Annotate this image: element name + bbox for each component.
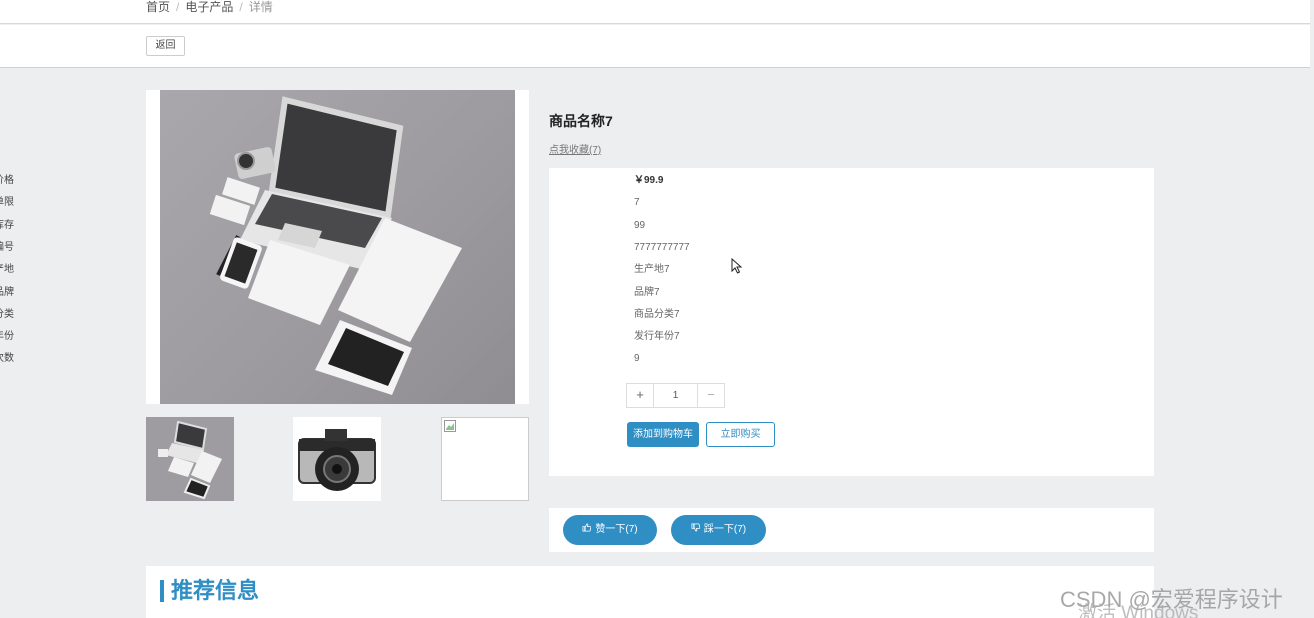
breadcrumb-separator: /: [176, 0, 180, 14]
info-key: 库存: [0, 220, 14, 231]
recommend-title: 推荐信息: [171, 578, 260, 603]
add-to-cart-button[interactable]: 添加到购物车: [627, 422, 699, 447]
info-value: 发行年份7: [634, 331, 680, 342]
like-label: 赞一下(7): [595, 524, 638, 535]
product-info-panel: 价格￥99.9 单限7 库存99 商品编号7777777777 生产地生产地7 …: [0, 168, 1154, 476]
info-key: 生产地: [0, 264, 14, 275]
quantity-input[interactable]: 1: [654, 384, 697, 407]
thumbs-down-icon: [691, 515, 701, 545]
dislike-label: 踩一下(7): [703, 524, 747, 535]
breadcrumb-current: 详情: [248, 0, 273, 14]
thumbs-up-icon: [582, 515, 592, 545]
main-product-image: [146, 90, 529, 404]
info-value: 9: [634, 353, 640, 364]
info-value: 99: [634, 220, 646, 231]
info-value: 商品分类7: [634, 309, 680, 320]
info-value: 生产地7: [634, 264, 670, 275]
breadcrumb-separator: /: [239, 0, 243, 14]
favorite-link[interactable]: 点我收藏(7): [549, 141, 601, 156]
buy-now-button[interactable]: 立即购买: [706, 422, 775, 447]
breadcrumb-home[interactable]: 首页: [146, 0, 170, 14]
windows-activation-watermark: 激活 Windows: [1078, 603, 1199, 618]
laptop-flatlay-illustration: [209, 96, 462, 395]
back-button[interactable]: 返回: [146, 36, 185, 56]
info-key: 点击次数: [0, 353, 14, 364]
thumbnail-strip: [146, 417, 529, 501]
info-value: 7777777777: [634, 242, 690, 253]
info-key: 商品分类: [0, 309, 14, 320]
info-key: 品牌: [0, 287, 14, 298]
laptop-thumbnail-image: [158, 420, 222, 500]
camera-thumbnail-image: [298, 429, 376, 491]
breadcrumb: 首页 / 电子产品 / 详情: [146, 0, 273, 14]
product-title: 商品名称7: [549, 113, 613, 129]
thumbnail-laptop[interactable]: [146, 417, 234, 501]
toolbar: 返回: [0, 25, 1310, 68]
info-key: 单限: [0, 197, 14, 208]
product-photo: [160, 90, 515, 404]
section-accent-bar: [160, 580, 164, 602]
like-button[interactable]: 赞一下(7): [563, 515, 657, 545]
info-value: 品牌7: [634, 287, 660, 298]
info-key: 商品编号: [0, 242, 14, 253]
thumbnail-camera[interactable]: [293, 417, 381, 501]
dislike-button[interactable]: 踩一下(7): [671, 515, 766, 545]
info-key: 价格: [0, 175, 14, 186]
broken-image-icon: [444, 420, 456, 432]
info-key: 发行年份: [0, 331, 14, 342]
recommend-section: 推荐信息: [146, 566, 1154, 618]
breadcrumb-category[interactable]: 电子产品: [185, 0, 233, 14]
mouse-cursor-icon: [731, 258, 743, 274]
vote-panel: 赞一下(7) 踩一下(7): [549, 508, 1154, 552]
info-value: 7: [634, 197, 640, 208]
quantity-plus-button[interactable]: +: [627, 384, 654, 407]
thumbnail-broken-image[interactable]: [441, 417, 529, 501]
breadcrumb-bar: 首页 / 电子产品 / 详情: [0, 0, 1310, 24]
quantity-minus-button[interactable]: −: [697, 384, 724, 407]
quantity-stepper: + 1 −: [626, 383, 725, 408]
info-value: ￥99.9: [634, 175, 664, 186]
